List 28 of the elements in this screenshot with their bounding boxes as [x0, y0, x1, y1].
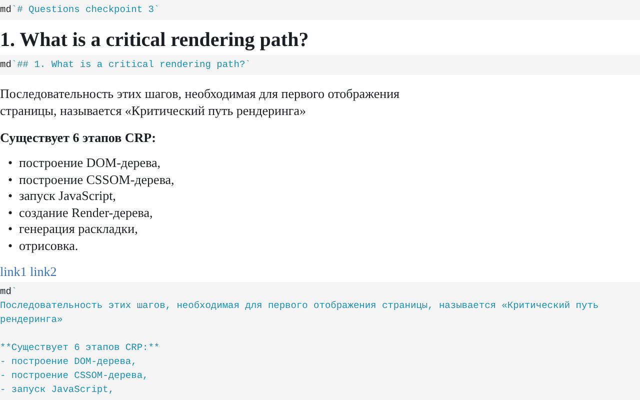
bullet: •	[8, 204, 13, 222]
list-item: запуск JavaScript,	[19, 188, 116, 205]
list-item: построение CSSOM-дерева,	[19, 172, 174, 188]
bullet: •	[8, 221, 13, 238]
template-tag: md	[0, 286, 12, 297]
code-text: `# Questions checkpoint 3`	[11, 4, 160, 15]
code-text: - построение DOM-дерева,	[0, 356, 137, 367]
code-text: **Существует 6 этапов CRP:**	[0, 342, 160, 353]
bullet: •	[8, 238, 13, 255]
bullet: •	[8, 155, 13, 172]
template-tag: md	[0, 59, 12, 70]
bold-text: Существует 6 этапов CRP:	[0, 129, 157, 146]
list-item: отрисовка.	[19, 238, 78, 255]
code-text: - построение CSSOM-дерева,	[0, 370, 148, 381]
template-tag: md	[0, 4, 12, 15]
list-item: построение DOM-дерева,	[19, 155, 161, 172]
list-item: создание Render-дерева,	[19, 204, 153, 222]
paragraph: Последовательность этих шагов, необходимая для первого отображения страницы, называется «Критический путь рендеринга»	[0, 85, 401, 119]
code-text: `	[11, 286, 18, 297]
bullet: •	[8, 188, 13, 205]
code-text: - запуск JavaScript,	[0, 384, 114, 395]
list-item: генерация раскладки,	[19, 221, 138, 238]
link[interactable]: link1	[0, 264, 27, 279]
code-text: Последовательность этих шагов, необходимая для первого отображения страницы, называется «Критический путь рендеринга»	[0, 300, 600, 325]
heading: 1. What is a critical rendering path?	[0, 28, 310, 53]
link[interactable]: link2	[30, 264, 57, 279]
code-text: `## 1. What is a critical rendering path?`	[11, 59, 251, 70]
bullet: •	[8, 172, 13, 188]
